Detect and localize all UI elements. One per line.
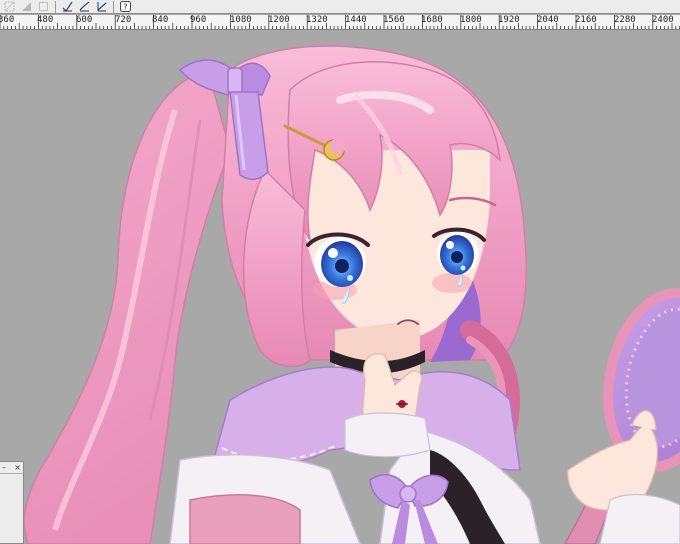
toolbar-separator xyxy=(113,0,114,13)
ruler-label: 720 xyxy=(115,15,132,25)
horizontal-ruler[interactable]: 360 480 600 720 840 960 1080 1200 1320 1… xyxy=(0,15,680,30)
toolbar: ? xyxy=(0,0,680,14)
ruler-label: 840 xyxy=(152,15,169,25)
minimize-button[interactable]: – xyxy=(2,463,6,472)
line-tool-3-icon[interactable] xyxy=(94,1,109,13)
ruler-label: 600 xyxy=(76,15,93,25)
ruler-label: 2160 xyxy=(575,15,597,25)
panel-header: – × xyxy=(0,462,23,474)
ruler-label: 360 xyxy=(0,15,15,25)
ruler-label: 1320 xyxy=(306,15,328,25)
ruler-label: 1920 xyxy=(498,15,520,25)
frame-disabled-icon[interactable] xyxy=(36,1,51,13)
line-tool-1-icon[interactable] xyxy=(60,1,75,13)
toolbar-separator xyxy=(55,0,56,13)
select-disabled-icon[interactable] xyxy=(2,1,17,13)
ruler-label: 2040 xyxy=(537,15,559,25)
ruler-label: 480 xyxy=(37,15,54,25)
ruler-label: 1200 xyxy=(268,15,290,25)
line-tool-2-icon[interactable] xyxy=(77,1,92,13)
drawing-canvas[interactable] xyxy=(0,30,680,544)
ruler-label: 2400 xyxy=(652,15,674,25)
ruler-label: 2280 xyxy=(614,15,636,25)
close-button[interactable]: × xyxy=(14,463,21,472)
help-icon[interactable]: ? xyxy=(118,1,133,13)
ruler-label: 1800 xyxy=(460,15,482,25)
character-illustration xyxy=(23,45,680,544)
floating-panel[interactable]: – × xyxy=(0,461,24,544)
ruler-label: 1560 xyxy=(383,15,405,25)
ruler-label: 960 xyxy=(190,15,207,25)
fill-disabled-icon[interactable] xyxy=(19,1,34,13)
ruler-label: 1440 xyxy=(345,15,367,25)
ruler-label: 1680 xyxy=(421,15,443,25)
svg-text:?: ? xyxy=(123,3,127,12)
ruler-label: 1080 xyxy=(230,15,252,25)
